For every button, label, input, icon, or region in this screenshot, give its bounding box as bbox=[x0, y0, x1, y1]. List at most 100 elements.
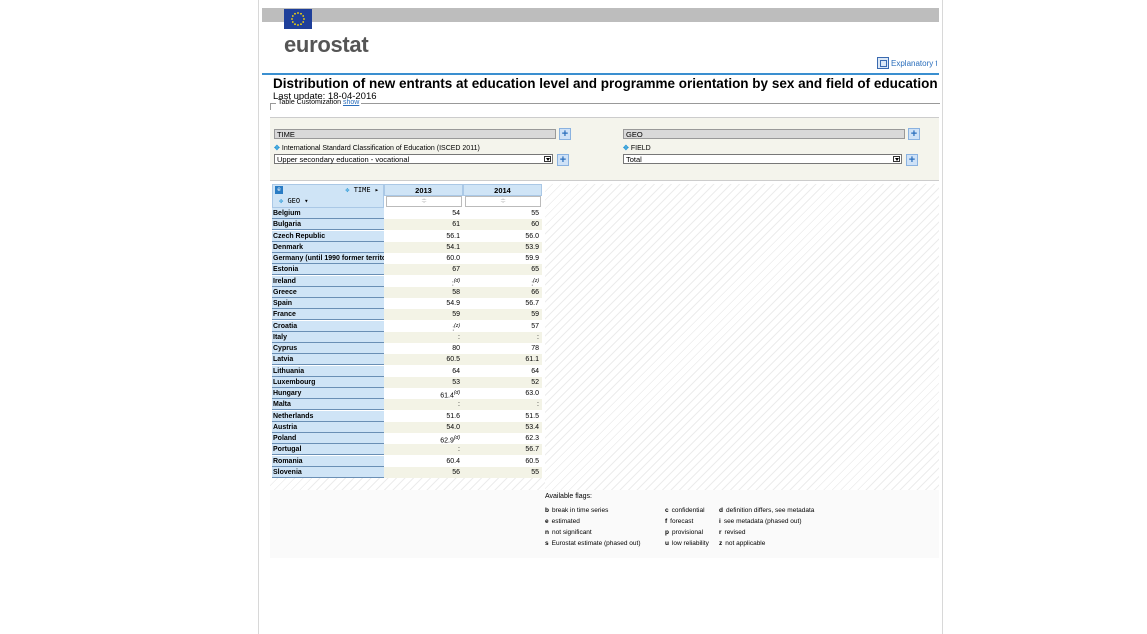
cell-value: 51.5 bbox=[525, 412, 539, 420]
cell-value: : bbox=[458, 401, 460, 409]
field-add-button[interactable]: + bbox=[906, 154, 918, 166]
cell-value: 60.4 bbox=[446, 457, 460, 465]
table-empty-area-bottom bbox=[270, 478, 545, 490]
geo-row-header[interactable]: Poland bbox=[272, 433, 384, 444]
geo-row-header[interactable]: Denmark bbox=[272, 241, 384, 253]
year-header-2013[interactable]: 2013 bbox=[384, 184, 463, 196]
cell-value: 53 bbox=[452, 378, 460, 386]
cell-2013: 64 bbox=[384, 366, 463, 377]
geo-row-header[interactable]: Netherlands bbox=[272, 410, 384, 422]
geo-row-header[interactable]: Ireland bbox=[272, 275, 384, 287]
geo-axis-header[interactable]: ✥ GEO ▾ bbox=[279, 197, 309, 205]
geo-row-header[interactable]: Germany (until 1990 former territory of … bbox=[272, 253, 384, 264]
flag-item: u low reliability bbox=[665, 540, 709, 547]
cell-2013: 53 bbox=[384, 376, 463, 388]
year-header-2014[interactable]: 2014 bbox=[463, 184, 542, 196]
geo-row-header[interactable]: France bbox=[272, 309, 384, 321]
cell-2014: 60 bbox=[463, 219, 542, 231]
geo-row-header[interactable]: Latvia bbox=[272, 354, 384, 366]
expand-icon[interactable]: e bbox=[275, 186, 283, 194]
document-icon bbox=[877, 57, 889, 69]
table-row: Denmark 54.1 53.9 bbox=[272, 241, 543, 253]
isced-add-button[interactable]: + bbox=[557, 154, 569, 166]
flag-item: d definition differs, see metadata bbox=[719, 507, 814, 514]
geo-row-header[interactable]: Croatia bbox=[272, 320, 384, 332]
cell-2013: 60.4 bbox=[384, 456, 463, 467]
cell-value: 56.1 bbox=[446, 232, 460, 240]
flag-label: forecast bbox=[670, 518, 694, 525]
geo-row-header[interactable]: Belgium bbox=[272, 208, 384, 219]
eu-flag-icon bbox=[284, 9, 312, 29]
move-icon[interactable]: ✥ bbox=[279, 197, 283, 205]
cell-2013: :(z) bbox=[384, 321, 463, 332]
table-row: Netherlands 51.6 51.5 bbox=[272, 410, 543, 422]
move-icon[interactable]: ✥ bbox=[345, 186, 349, 194]
geo-row-header[interactable]: Lithuania bbox=[272, 365, 384, 377]
move-icon[interactable]: ✥ bbox=[623, 145, 629, 152]
eurostat-logo[interactable]: eurostat bbox=[284, 32, 369, 58]
cell-2013: 58 bbox=[384, 286, 463, 298]
cell-value: 54.1 bbox=[446, 243, 460, 251]
flag-item: n not significant bbox=[545, 529, 592, 536]
geo-row-header[interactable]: Malta bbox=[272, 399, 384, 411]
cell-2014: 78 bbox=[463, 343, 542, 354]
chevron-down-icon[interactable] bbox=[544, 156, 551, 162]
geo-row-header[interactable]: Greece bbox=[272, 286, 384, 298]
cell-2014: : bbox=[463, 331, 542, 343]
table-row: Ireland:(d):(z) bbox=[272, 275, 543, 287]
field-label: ✥ FIELD bbox=[623, 144, 651, 152]
cell-2013: 56.1 bbox=[384, 231, 463, 242]
cell-2014: 59.9 bbox=[463, 253, 542, 264]
geo-add-button[interactable]: + bbox=[908, 128, 920, 140]
cell-2014: 66 bbox=[463, 286, 542, 298]
isced-select[interactable]: Upper secondary education - vocational bbox=[274, 154, 553, 164]
cell-flag: (d) bbox=[453, 435, 460, 441]
cell-2013: 67 bbox=[384, 264, 463, 276]
chevron-down-icon[interactable] bbox=[893, 156, 900, 162]
geo-row-header[interactable]: Austria bbox=[272, 421, 384, 433]
geo-dimension-box[interactable]: GEO bbox=[623, 129, 905, 139]
time-dimension-box[interactable]: TIME bbox=[274, 129, 556, 139]
table-row: Greece 58 66 bbox=[272, 286, 543, 298]
table-customization-show-link[interactable]: show bbox=[343, 99, 359, 106]
flag-label: confidential bbox=[671, 507, 705, 514]
cell-2014: 57 bbox=[463, 321, 542, 332]
geo-row-header[interactable]: Slovenia bbox=[272, 466, 384, 478]
cell-value: 61.1 bbox=[525, 356, 539, 364]
time-axis-header[interactable]: ✥ TIME ▸ bbox=[345, 186, 379, 194]
geo-row-header[interactable]: Hungary bbox=[272, 388, 384, 399]
table-empty-area bbox=[545, 184, 939, 490]
geo-row-header[interactable]: Luxembourg bbox=[272, 376, 384, 388]
table-row: France 59 59 bbox=[272, 309, 543, 321]
geo-row-header[interactable]: Romania bbox=[272, 455, 384, 467]
geo-row-header[interactable]: Bulgaria bbox=[272, 219, 384, 231]
cell-value: 53.4 bbox=[525, 423, 539, 431]
cell-value: 56.0 bbox=[525, 232, 539, 240]
flag-label: estimated bbox=[551, 518, 580, 525]
table-row: Austria 54.0 53.4 bbox=[272, 421, 543, 433]
cell-value: 54 bbox=[452, 210, 460, 217]
sort-icon[interactable]: ≑ bbox=[465, 196, 541, 207]
flag-code: f bbox=[665, 518, 668, 525]
isced-select-value: Upper secondary education - vocational bbox=[277, 155, 410, 164]
flag-code: d bbox=[719, 507, 723, 514]
move-icon[interactable]: ✥ bbox=[274, 145, 280, 152]
explanatory-texts-button[interactable]: Explanatory t bbox=[877, 56, 937, 70]
cell-2013: 60.5 bbox=[384, 354, 463, 366]
cell-value: 60.0 bbox=[446, 255, 460, 262]
cell-2013: 51.6 bbox=[384, 411, 463, 422]
geo-row-header[interactable]: Estonia bbox=[272, 264, 384, 276]
cell-2013: : bbox=[384, 399, 463, 411]
geo-row-header[interactable]: Czech Republic bbox=[272, 230, 384, 242]
geo-row-header[interactable]: Spain bbox=[272, 298, 384, 309]
geo-row-header[interactable]: Cyprus bbox=[272, 343, 384, 354]
cell-value: 64 bbox=[452, 367, 460, 375]
geo-row-header[interactable]: Italy bbox=[272, 331, 384, 343]
geo-row-header[interactable]: Portugal bbox=[272, 444, 384, 456]
sort-icon[interactable]: ≑ bbox=[386, 196, 462, 207]
cell-value: 61 bbox=[452, 221, 460, 229]
cell-value: 57 bbox=[531, 322, 539, 330]
cell-value: 66 bbox=[531, 288, 539, 296]
time-add-button[interactable]: + bbox=[559, 128, 571, 140]
field-select[interactable]: Total bbox=[623, 154, 902, 164]
